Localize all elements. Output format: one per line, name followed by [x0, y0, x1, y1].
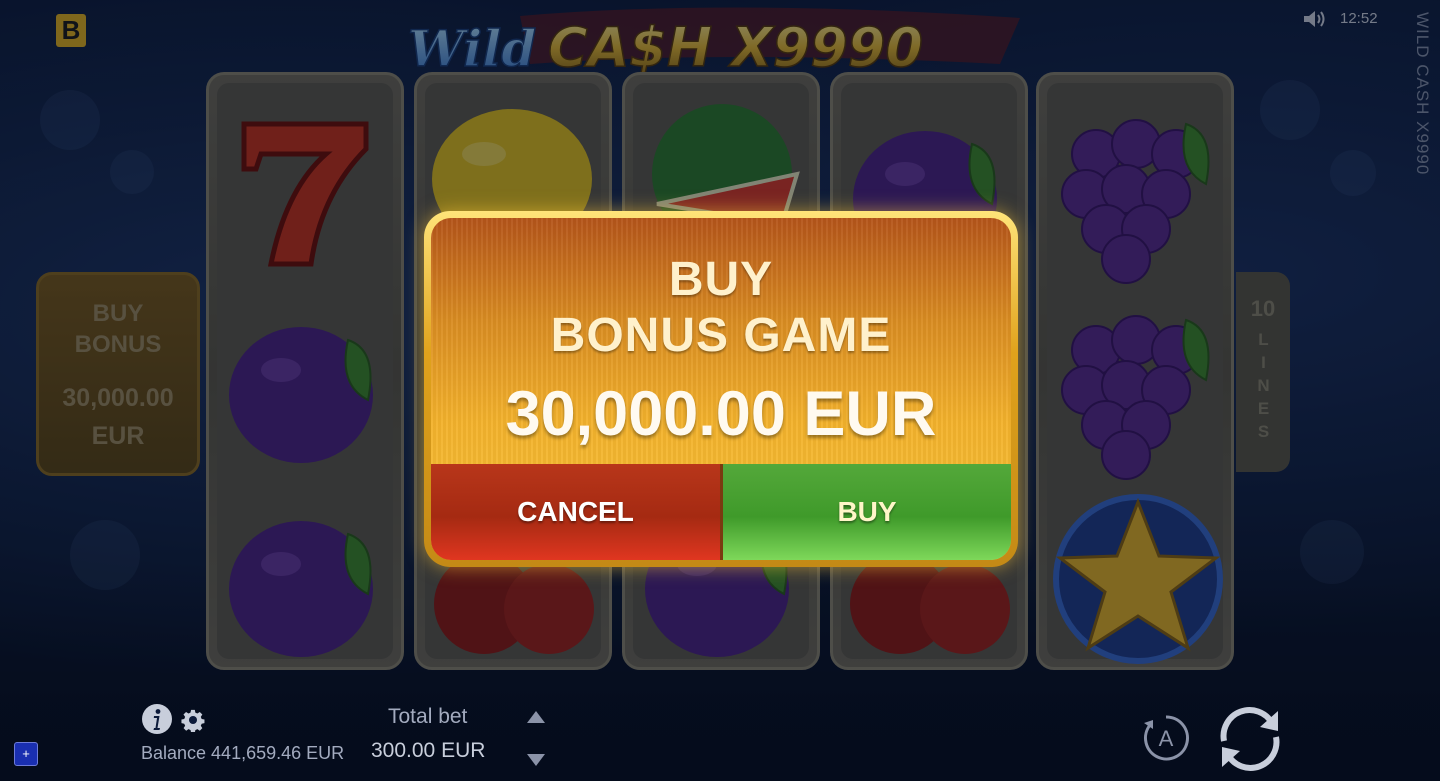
symbol-grapes	[1061, 315, 1210, 480]
background-bokeh	[1330, 150, 1376, 196]
bet-decrease-icon[interactable]	[527, 754, 545, 766]
dialog-title-line-1: BUY	[668, 253, 774, 306]
buy-button[interactable]: BUY	[723, 464, 1011, 560]
symbol-plum	[229, 521, 373, 657]
buy-bonus-label-2: BONUS	[74, 330, 162, 358]
background-bokeh	[40, 90, 100, 150]
side-game-title: WILD CASH X9990	[1413, 12, 1432, 176]
buy-bonus-price: 30,000.00	[62, 383, 174, 412]
game-logo: Wild CA$H X9990	[407, 7, 1020, 80]
buy-bonus-label-1: BUY	[92, 299, 144, 327]
symbol-plum	[229, 327, 373, 463]
autoplay-icon[interactable]: A	[1141, 713, 1191, 763]
gear-icon[interactable]	[181, 708, 205, 732]
spin-icon[interactable]	[1212, 701, 1288, 777]
logo-word-cash: CA$H X9990	[548, 16, 923, 79]
buy-bonus-panel[interactable]: BUY BONUS 30,000.00 EUR	[36, 272, 200, 476]
balance-display: Balance 441,659.46 EUR	[141, 743, 345, 763]
autoplay-label: A	[1159, 726, 1174, 751]
symbol-cherry	[434, 554, 594, 654]
background-bokeh	[1300, 520, 1364, 584]
cancel-button[interactable]: CANCEL	[431, 464, 723, 560]
info-icon[interactable]	[141, 703, 173, 735]
buy-bonus-currency: EUR	[91, 421, 145, 450]
background-bokeh	[110, 150, 154, 194]
clock: 12:52	[1340, 10, 1378, 27]
speaker-icon[interactable]	[1302, 9, 1328, 29]
buy-bonus-dialog: BUY BONUS GAME 30,000.00 EUR CANCEL BUY	[424, 211, 1018, 567]
logo-word-wild: Wild	[408, 19, 536, 78]
symbol-cherry	[850, 554, 1010, 654]
dialog-title-line-2: BONUS GAME	[550, 309, 892, 362]
total-bet-value: 300.00 EUR	[371, 739, 486, 762]
symbol-star	[1053, 494, 1223, 664]
symbol-grapes	[1061, 119, 1210, 284]
bet-increase-icon[interactable]	[527, 711, 545, 723]
total-bet-label: Total bet	[388, 705, 468, 728]
background-bokeh	[1260, 80, 1320, 140]
symbol-seven	[241, 121, 369, 267]
lines-count: 10	[1250, 296, 1276, 321]
lines-panel: 10 LINES	[1236, 272, 1290, 472]
dialog-price: 30,000.00 EUR	[505, 379, 937, 449]
lines-label: LINES	[1254, 330, 1273, 445]
brand-logo: B	[56, 14, 86, 47]
plus-button[interactable]: +	[14, 742, 38, 766]
background-bokeh	[70, 520, 140, 590]
